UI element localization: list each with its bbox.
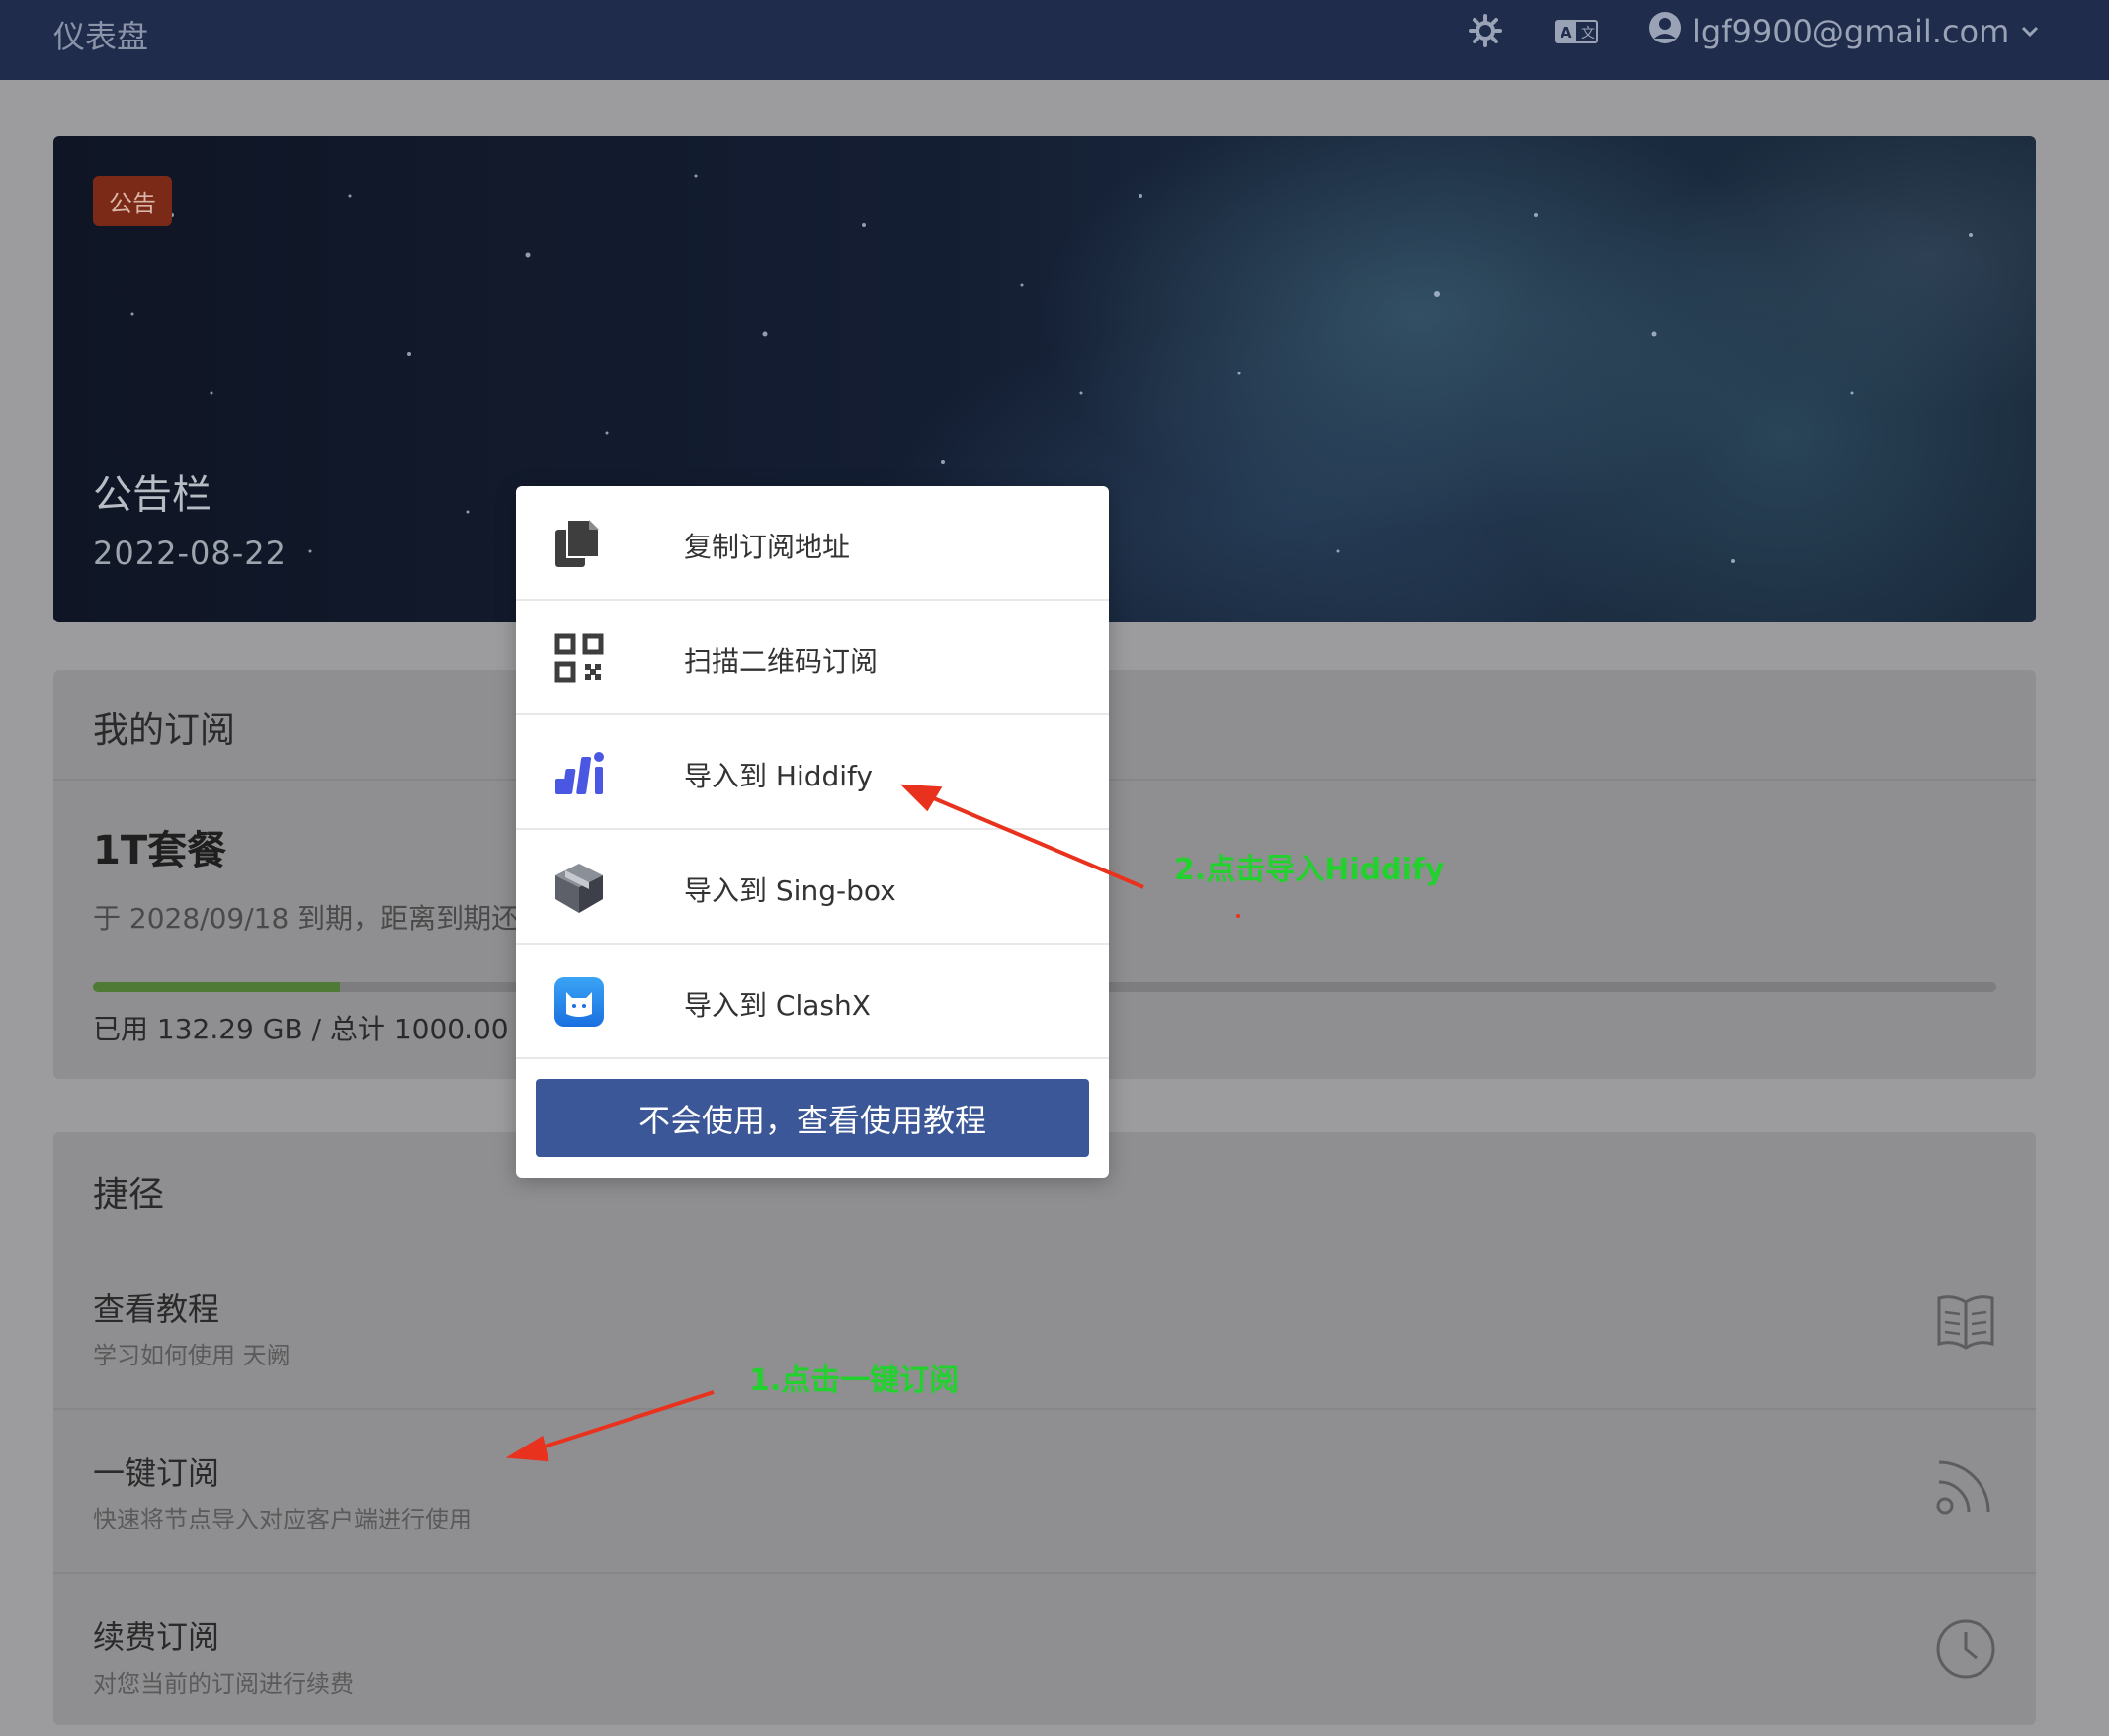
page-title: 仪表盘 [53, 18, 149, 55]
subscribe-popup: 复制订阅地址 扫描二维码订阅 导入到 Hiddify 导入到 Sing-box … [516, 486, 1109, 1178]
shortcut-one-click-subscribe[interactable]: 一键订阅 快速将节点导入对应客户端进行使用 [53, 1409, 2036, 1572]
subscription-heading: 我的订阅 [93, 710, 236, 751]
copy-icon [551, 516, 607, 571]
plan-name: 1T套餐 [93, 828, 227, 873]
shortcut-title: 一键订阅 [93, 1454, 220, 1492]
user-menu[interactable]: lgf9900@gmail.com [1648, 10, 2041, 53]
clock-icon [1935, 1618, 1996, 1684]
popup-item-label: 复制订阅地址 [684, 531, 851, 563]
qrcode-icon [551, 630, 607, 686]
rss-icon [1935, 1454, 1996, 1520]
popup-item-label: 导入到 Sing-box [684, 874, 896, 907]
shortcut-tutorial[interactable]: 查看教程 学习如何使用 天阙 [53, 1245, 2036, 1408]
notice-title: 公告栏 [93, 472, 211, 518]
popup-item-singbox[interactable]: 导入到 Sing-box [516, 830, 1109, 945]
svg-text:A: A [1561, 24, 1572, 41]
shortcut-renew[interactable]: 续费订阅 对您当前的订阅进行续费 [53, 1573, 2036, 1736]
notice-date: 2022-08-22 [93, 535, 287, 572]
hiddify-icon [551, 745, 607, 800]
shortcuts-card: 捷径 查看教程 学习如何使用 天阙 一键订阅 快速将节点导入对应客户端进行使用 [53, 1132, 2036, 1725]
popup-item-label: 导入到 Hiddify [684, 760, 873, 792]
translate-icon[interactable]: A 文 [1555, 20, 1598, 47]
clashx-icon [551, 974, 607, 1030]
popup-item-hiddify[interactable]: 导入到 Hiddify [516, 715, 1109, 830]
singbox-icon [551, 860, 607, 915]
book-icon [1935, 1290, 1996, 1356]
svg-text:文: 文 [1581, 26, 1595, 41]
expiry-text: 于 2028/09/18 到期，距离到期还 [93, 902, 520, 935]
top-bar: 仪表盘 A 文 lgf9900@gmail.com [0, 0, 2109, 80]
shortcut-subtitle: 快速将节点导入对应客户端进行使用 [93, 1506, 472, 1533]
chevron-down-icon [2019, 13, 2041, 50]
view-tutorial-button[interactable]: 不会使用，查看使用教程 [536, 1079, 1089, 1157]
popup-item-copy-url[interactable]: 复制订阅地址 [516, 486, 1109, 601]
popup-item-qrcode[interactable]: 扫描二维码订阅 [516, 601, 1109, 715]
popup-item-clashx[interactable]: 导入到 ClashX [516, 945, 1109, 1059]
notice-badge: 公告 [93, 176, 172, 226]
shortcut-title: 查看教程 [93, 1290, 220, 1328]
user-email: lgf9900@gmail.com [1692, 13, 2010, 50]
theme-toggle-icon[interactable] [1469, 14, 1502, 51]
popup-item-label: 扫描二维码订阅 [684, 645, 879, 678]
shortcuts-heading: 捷径 [93, 1175, 165, 1215]
usage-progress-fill [93, 982, 341, 992]
annotation-step-2: 2.点击导入Hiddify [1174, 853, 1445, 887]
annotation-step-1: 1.点击一键订阅 [749, 1364, 960, 1398]
usage-text: 已用 132.29 GB / 总计 1000.00 [93, 1013, 509, 1045]
user-avatar-icon [1648, 11, 1682, 52]
shortcut-title: 续费订阅 [93, 1618, 220, 1656]
shortcut-subtitle: 学习如何使用 天阙 [93, 1342, 291, 1369]
popup-item-label: 导入到 ClashX [684, 989, 871, 1022]
shortcut-subtitle: 对您当前的订阅进行续费 [93, 1670, 354, 1697]
